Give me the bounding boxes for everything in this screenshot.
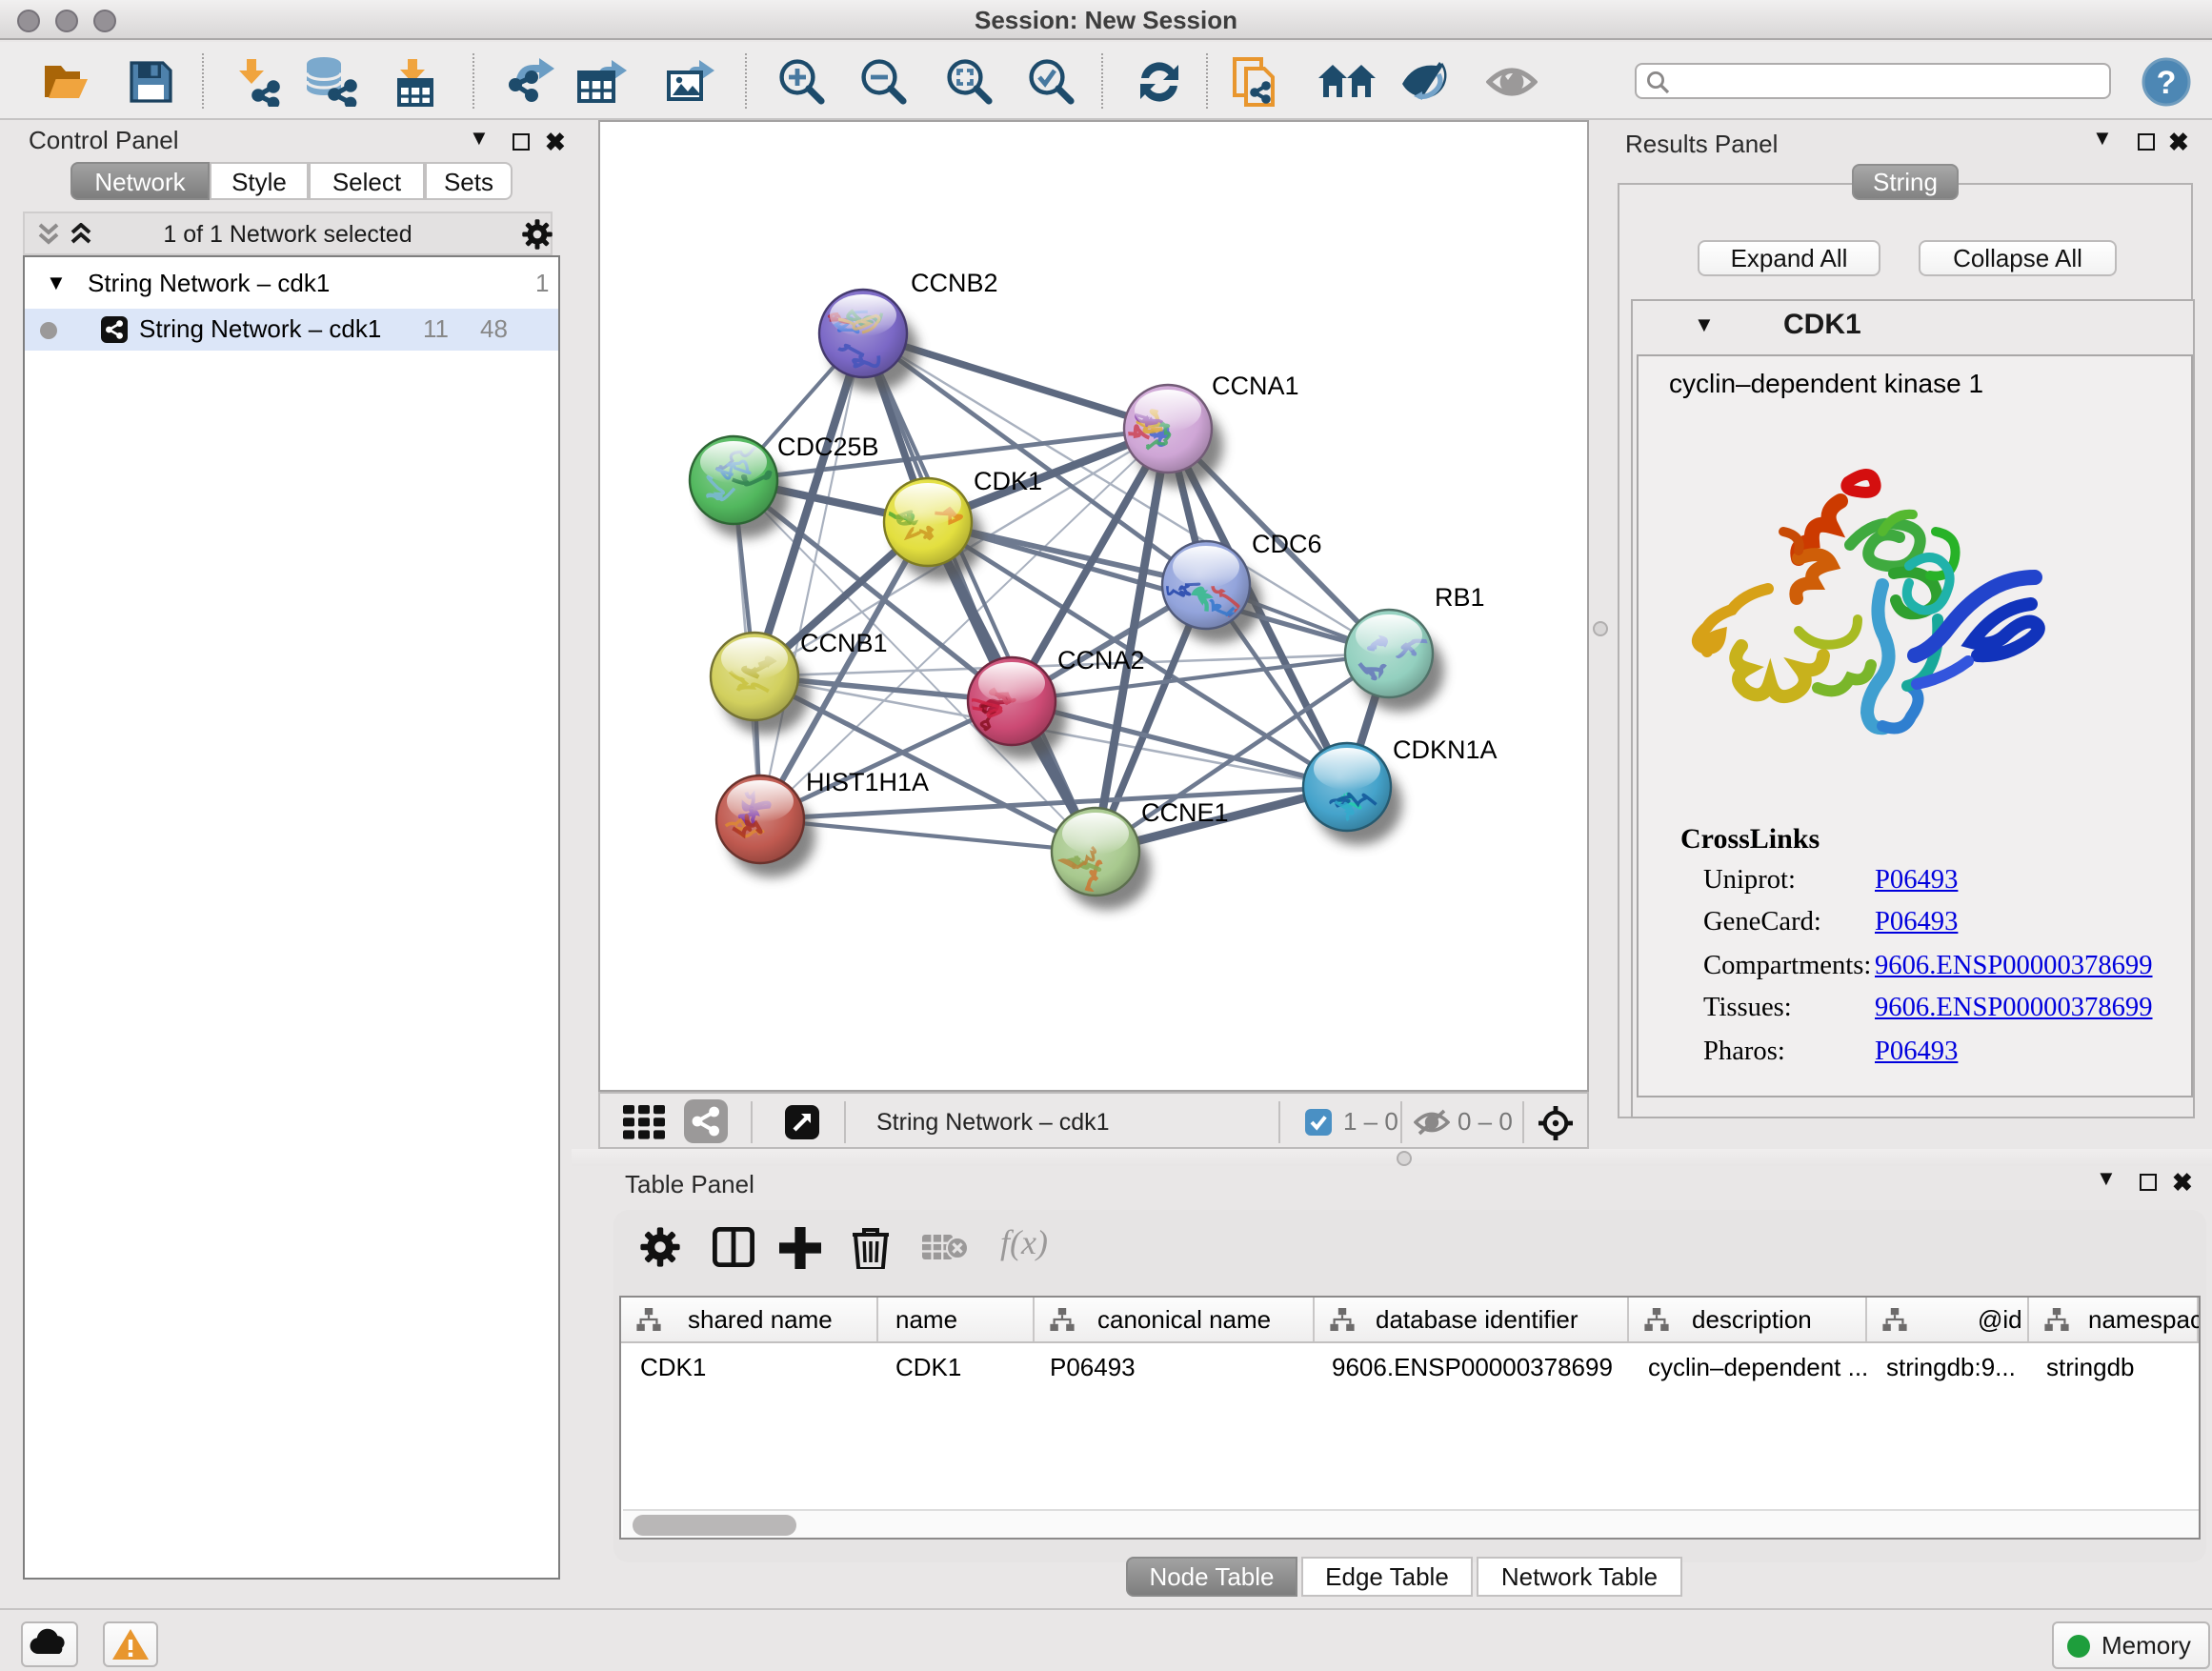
svg-text:CDKN1A: CDKN1A (1393, 735, 1498, 764)
svg-text:CCNA1: CCNA1 (1212, 372, 1299, 400)
svg-text:CCNB1: CCNB1 (800, 629, 888, 657)
svg-text:RB1: RB1 (1435, 583, 1485, 612)
svg-text:CCNE1: CCNE1 (1141, 798, 1229, 827)
svg-text:HIST1H1A: HIST1H1A (806, 768, 929, 796)
svg-text:?: ? (2157, 65, 2177, 101)
svg-text:CDK1: CDK1 (974, 467, 1042, 495)
svg-text:CCNA2: CCNA2 (1057, 646, 1145, 674)
svg-text:CCNB2: CCNB2 (911, 269, 998, 297)
svg-text:CDC6: CDC6 (1252, 530, 1322, 558)
svg-text:CDC25B: CDC25B (777, 433, 879, 461)
